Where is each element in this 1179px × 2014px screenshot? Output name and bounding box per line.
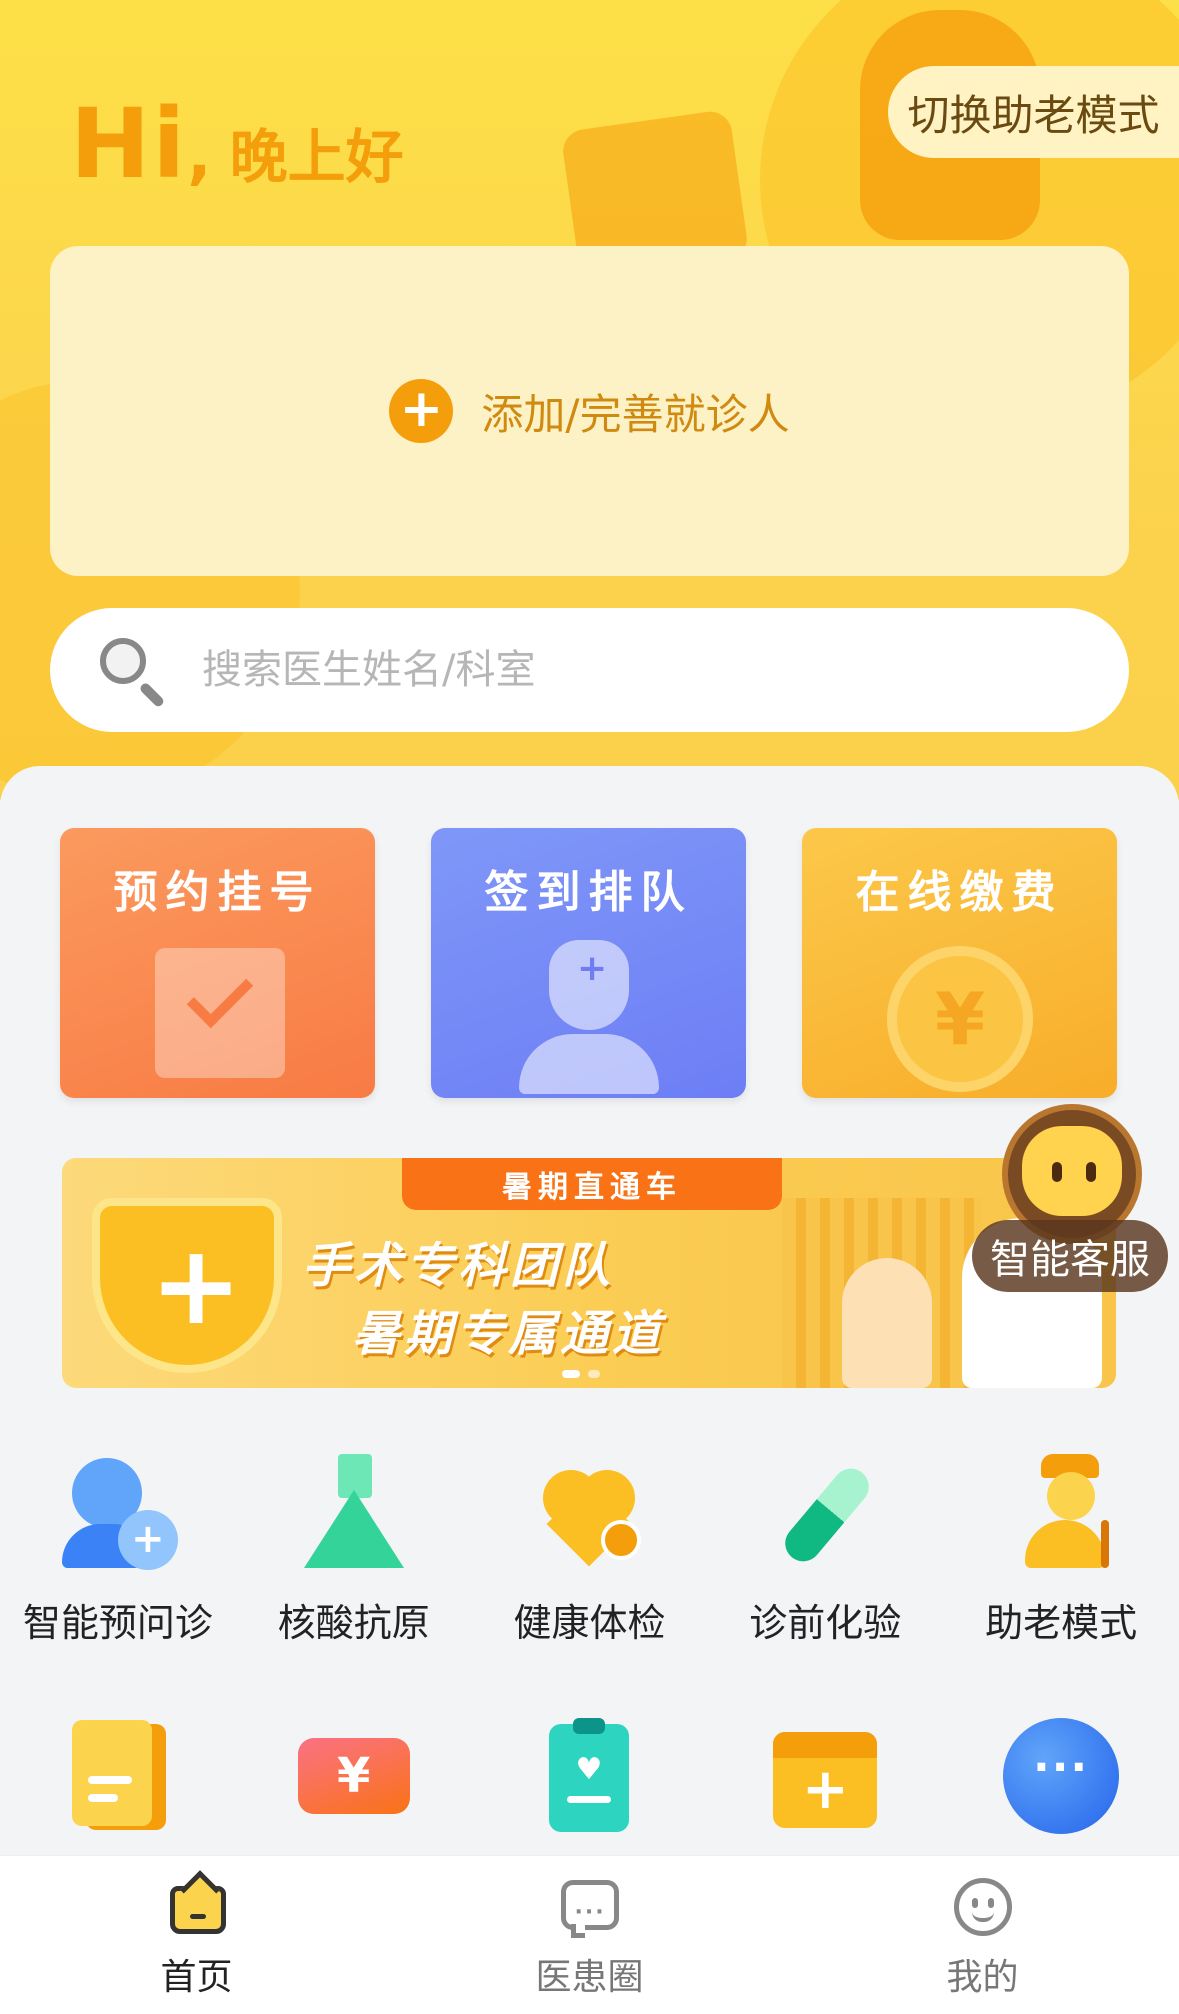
service-label: 助老模式 (985, 1601, 1138, 1645)
service-label: 智能预问诊 (22, 1601, 213, 1645)
tab-profile[interactable]: 我的 (786, 1856, 1179, 2014)
plus-icon: + (389, 379, 454, 443)
calendar-plus-icon: + (765, 1716, 885, 1836)
checkin-label: 签到排队 (484, 867, 693, 918)
promo-banner[interactable]: 暑期直通车 + 手术专科团队 暑期专属通道 (62, 1158, 1116, 1388)
appointment-label: 预约挂号 (113, 867, 322, 918)
banner-subheadline: 暑期专属通道 (352, 1306, 665, 1362)
services-row: + 智能预问诊 核酸抗原 健康体检 诊前化验 助老模式 (0, 1450, 1179, 1647)
robot-eye (1086, 1162, 1096, 1182)
carousel-dot-active (562, 1370, 580, 1378)
service-label: 诊前化验 (749, 1601, 902, 1645)
profile-icon (950, 1876, 1016, 1938)
test-tube-icon (765, 1450, 885, 1570)
smart-service-label: 智能客服 (972, 1220, 1168, 1292)
tab-label: 医患圈 (535, 1957, 644, 1998)
service-ticket[interactable]: ¥ (236, 1716, 472, 1836)
robot-icon (1022, 1126, 1122, 1216)
chat-icon: ··· (557, 1876, 623, 1938)
plus-icon: + (150, 1221, 243, 1349)
yuan-coin-icon: ¥ (887, 946, 1033, 1092)
tab-label: 首页 (160, 1957, 233, 1998)
banner-headline: 手术专科团队 (302, 1238, 615, 1294)
service-pre-consult[interactable]: + 智能预问诊 (0, 1450, 236, 1647)
search-icon (96, 634, 168, 709)
tab-community[interactable]: ··· 医患圈 (393, 1856, 786, 2014)
service-health-checkup[interactable]: 健康体检 (472, 1450, 708, 1647)
service-label: 核酸抗原 (277, 1601, 430, 1645)
report-icon (58, 1716, 178, 1836)
doctor-consult-icon: + (58, 1450, 178, 1570)
child-illustration (842, 1258, 932, 1388)
add-patient-label: 添加/完善就诊人 (481, 389, 790, 439)
robot-eye (1052, 1162, 1062, 1182)
service-elder-mode[interactable]: 助老模式 (943, 1450, 1179, 1647)
online-payment-button[interactable]: 在线缴费 ¥ (802, 828, 1117, 1098)
flask-icon (294, 1450, 414, 1570)
tab-home[interactable]: 首页 (0, 1856, 393, 2014)
service-label: 健康体检 (513, 1601, 666, 1645)
switch-elder-mode-button[interactable]: 切换助老模式 (888, 66, 1179, 158)
bottom-tab-bar: 首页 ··· 医患圈 我的 (0, 1856, 1179, 2014)
heart-pulse-icon (529, 1450, 649, 1570)
elder-icon (1001, 1450, 1121, 1570)
ticket-yuan-icon: ¥ (294, 1716, 414, 1836)
search-bar[interactable] (50, 608, 1129, 732)
carousel-dot (588, 1370, 600, 1378)
search-input[interactable] (202, 647, 1002, 693)
service-records[interactable]: ♥ (472, 1716, 708, 1836)
home-icon (164, 1870, 230, 1938)
carousel-indicator (562, 1370, 600, 1378)
banner-tag: 暑期直通车 (402, 1158, 782, 1210)
payment-label: 在线缴费 (855, 867, 1064, 918)
services-row: ¥ ♥ + ··· (0, 1716, 1179, 1836)
tab-label: 我的 (946, 1957, 1019, 1998)
service-more[interactable]: ··· (943, 1716, 1179, 1836)
service-nucleic-antigen[interactable]: 核酸抗原 (236, 1450, 472, 1647)
appointment-button[interactable]: 预约挂号 (60, 828, 375, 1098)
greeting: Hi, 晚上好 (70, 88, 404, 200)
service-report[interactable] (0, 1716, 236, 1836)
service-prelab-test[interactable]: 诊前化验 (707, 1450, 943, 1647)
greeting-time: 晚上好 (229, 123, 404, 191)
add-patient-card[interactable]: + 添加/完善就诊人 (50, 246, 1129, 576)
smart-service-button[interactable]: 智能客服 (972, 1096, 1178, 1296)
clipboard-heart-icon: ♥ (529, 1716, 649, 1836)
greeting-comma: , (187, 119, 212, 193)
more-icon: ··· (1001, 1716, 1121, 1836)
checkin-queue-button[interactable]: 签到排队 + (431, 828, 746, 1098)
calendar-check-icon (155, 948, 285, 1078)
service-schedule[interactable]: + (707, 1716, 943, 1836)
greeting-hi: Hi (70, 88, 188, 200)
